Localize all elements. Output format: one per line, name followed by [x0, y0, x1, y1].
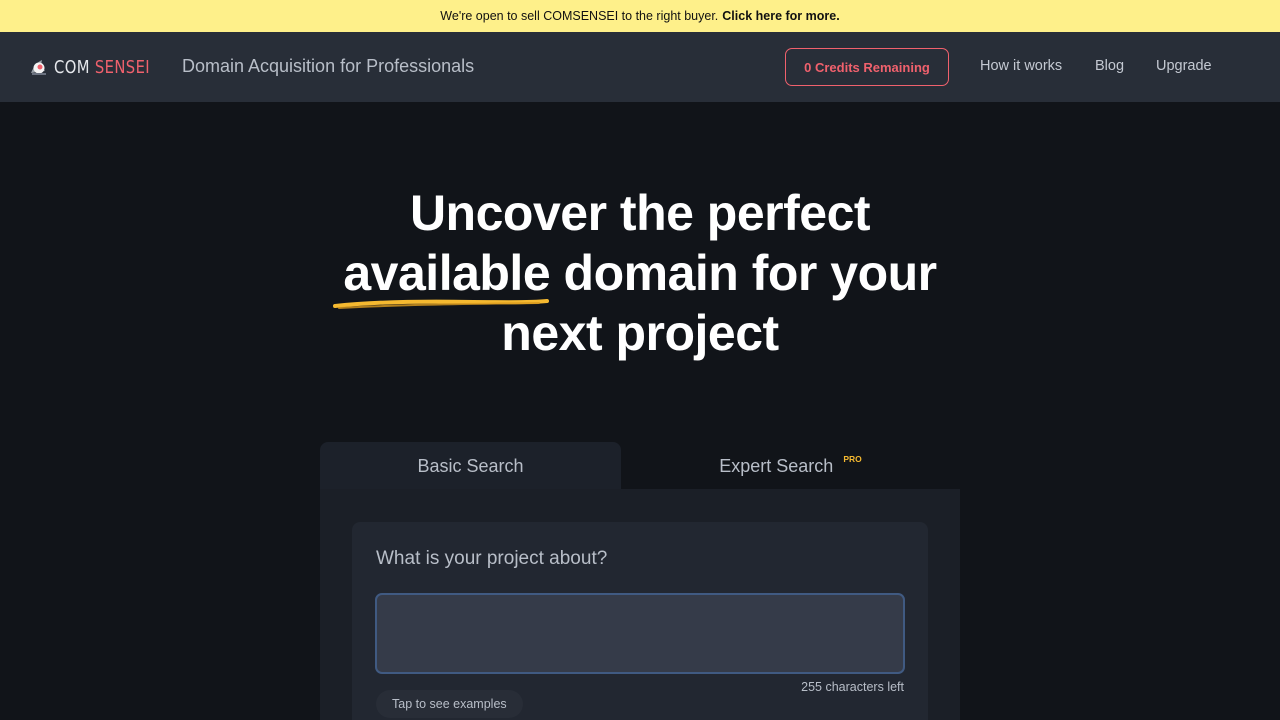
- pro-badge: PRO: [843, 454, 862, 464]
- logo-text-com: COM: [54, 56, 90, 78]
- project-question-label: What is your project about?: [376, 548, 608, 569]
- search-panel: What is your project about? 255 characte…: [320, 489, 960, 720]
- hero-line-2: available domain for your: [0, 243, 1280, 309]
- nav-how-it-works[interactable]: How it works: [980, 58, 1062, 74]
- search-card: What is your project about? 255 characte…: [352, 522, 928, 720]
- announcement-bar: We're open to sell COMSENSEI to the righ…: [0, 0, 1280, 32]
- see-examples-button[interactable]: Tap to see examples: [376, 690, 523, 718]
- search-tabs: Basic Search Expert Search PRO: [320, 442, 960, 490]
- project-description-input[interactable]: [375, 593, 905, 674]
- tab-expert-search[interactable]: Expert Search PRO: [621, 442, 960, 490]
- scribble-underline-icon: [333, 299, 550, 309]
- hero-heading: Uncover the perfect available domain for…: [0, 183, 1280, 363]
- logo-text-sensei: SENSEI: [94, 56, 151, 78]
- announcement-link[interactable]: Click here for more.: [722, 9, 839, 23]
- hero-highlight: available: [333, 243, 551, 309]
- characters-left-counter: 255 characters left: [801, 680, 904, 694]
- hero-line-3: next project: [501, 305, 779, 361]
- nav-blog[interactable]: Blog: [1095, 58, 1124, 74]
- top-header: COM SENSEI Domain Acquisition for Profess…: [0, 32, 1280, 102]
- logo-text: COM SENSEI: [54, 57, 150, 78]
- hero-highlight-word: available: [343, 245, 551, 301]
- logo[interactable]: COM SENSEI: [28, 56, 171, 78]
- site-tagline: Domain Acquisition for Professionals: [182, 56, 475, 76]
- tab-basic-search[interactable]: Basic Search: [320, 442, 621, 490]
- announcement-text: We're open to sell COMSENSEI to the righ…: [440, 9, 719, 23]
- credits-remaining-button[interactable]: 0 Credits Remaining: [785, 48, 949, 86]
- hero-line-1: Uncover the perfect: [409, 185, 871, 241]
- nav-upgrade[interactable]: Upgrade: [1156, 58, 1212, 74]
- logo-icon: [28, 57, 50, 77]
- tab-expert-search-label: Expert Search: [719, 455, 834, 476]
- tab-basic-search-label: Basic Search: [417, 455, 524, 476]
- hero-line-2-rest: domain for your: [563, 245, 938, 301]
